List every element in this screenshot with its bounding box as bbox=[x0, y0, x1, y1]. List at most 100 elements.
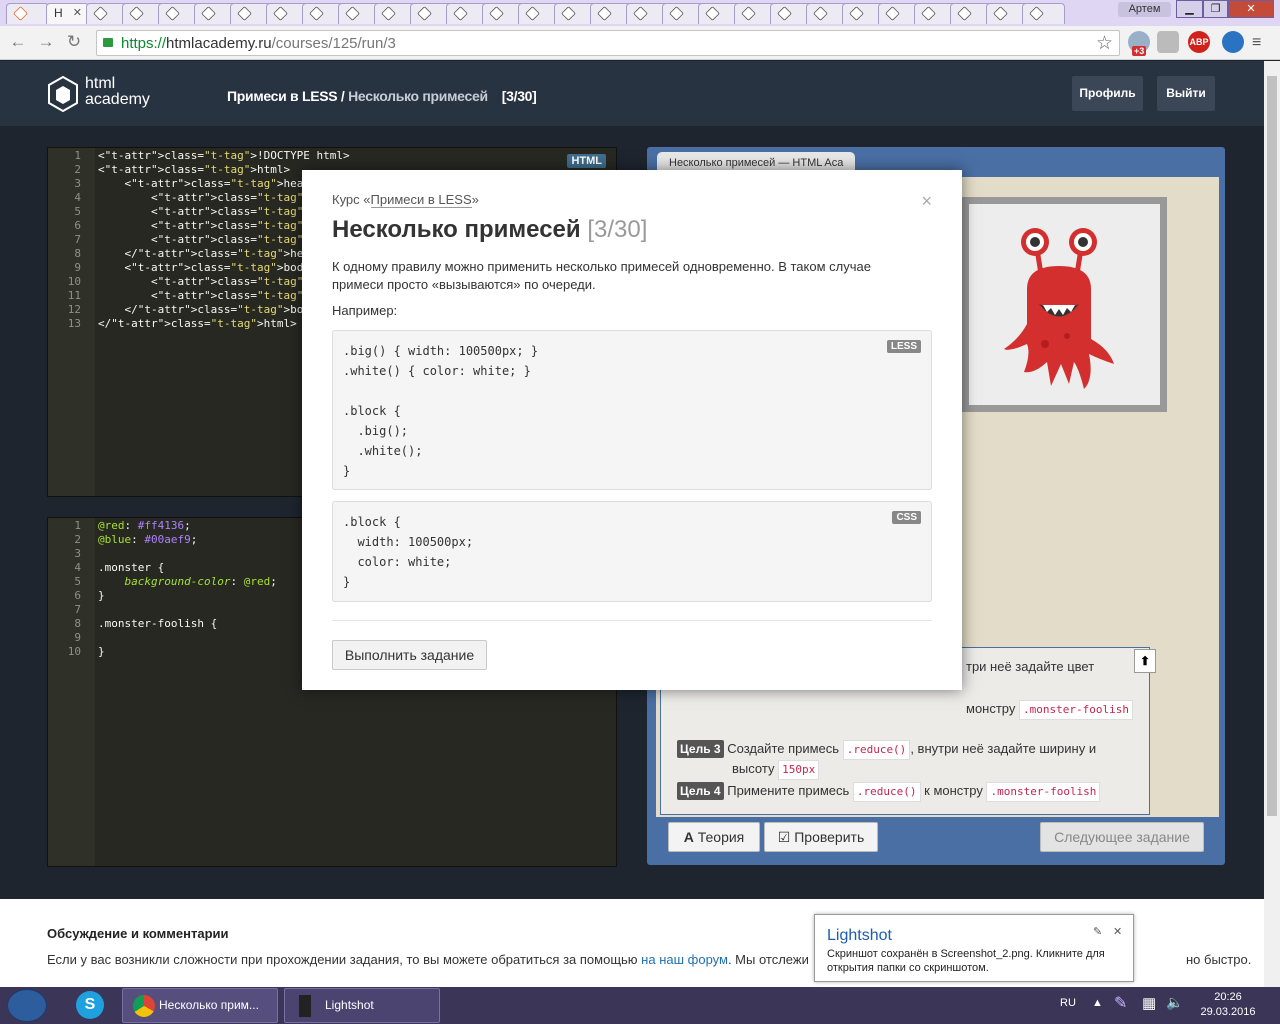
monster-frame bbox=[962, 197, 1167, 412]
logout-button[interactable]: Выйти bbox=[1157, 76, 1215, 111]
lesson-progress: [3/30] bbox=[501, 88, 537, 104]
less-badge: LESS bbox=[886, 340, 921, 353]
tab-close-icon[interactable]: ✕ bbox=[73, 6, 82, 19]
language-indicator[interactable]: RU bbox=[1060, 997, 1076, 1009]
academy-favicon-icon bbox=[777, 6, 792, 21]
forum-link[interactable]: на наш форум bbox=[641, 952, 728, 967]
skype-icon[interactable]: S bbox=[76, 991, 104, 1019]
address-bar[interactable]: https://htmlacademy.ru/courses/125/run/3… bbox=[96, 30, 1120, 56]
academy-favicon-icon bbox=[309, 6, 324, 21]
adblock-icon[interactable]: ABP bbox=[1188, 31, 1210, 53]
academy-logo-icon[interactable] bbox=[48, 76, 78, 112]
clock[interactable]: 20:26 29.03.2016 bbox=[1200, 990, 1256, 1020]
reload-icon[interactable]: ↻ bbox=[64, 32, 84, 52]
css-badge: CSS bbox=[892, 511, 921, 524]
academy-favicon-icon bbox=[741, 6, 756, 21]
modal-divider bbox=[332, 620, 932, 621]
code-line: </"t-attr">class="t-tag">html> bbox=[98, 317, 297, 330]
line-number: 1 bbox=[74, 149, 81, 162]
url-text: https://htmlacademy.ru/courses/125/run/3 bbox=[121, 35, 396, 52]
volume-icon[interactable]: 🔈 bbox=[1166, 994, 1183, 1011]
collapse-goals-icon[interactable]: ⬆ bbox=[1134, 649, 1156, 673]
browser-tab-active[interactable]: H ✕ bbox=[46, 3, 89, 24]
discussion-heading: Обсуждение и комментарии bbox=[47, 926, 229, 941]
forward-icon[interactable]: → bbox=[36, 32, 56, 52]
chrome-item-label: Несколько прим... bbox=[159, 998, 259, 1012]
start-task-button[interactable]: Выполнить задание bbox=[332, 640, 487, 670]
modal-description: К одному правилу можно применить несколь… bbox=[332, 259, 871, 292]
code-line: } bbox=[98, 589, 105, 602]
line-number: 11 bbox=[67, 289, 81, 302]
goal-3-badge: Цель 3 bbox=[677, 740, 724, 758]
tray-expand-icon[interactable]: ▲ bbox=[1092, 997, 1103, 1009]
modal-close-icon[interactable]: × bbox=[921, 191, 932, 212]
academy-favicon-icon bbox=[957, 6, 972, 21]
bookmark-star-icon[interactable]: ☆ bbox=[1096, 32, 1113, 55]
maximize-button[interactable]: ❐ bbox=[1203, 0, 1228, 18]
code-line: </"t-attr">class="t-tag">body> bbox=[98, 303, 323, 316]
goal-2-code: .monster-foolish bbox=[1019, 700, 1133, 720]
line-number: 8 bbox=[74, 247, 81, 260]
notification-close-icon[interactable]: ✕ bbox=[1113, 925, 1122, 938]
goal-4: Цель 4 Примените примесь .reduce() к мон… bbox=[677, 782, 1101, 802]
taskbar-lightshot[interactable]: Lightshot bbox=[284, 988, 440, 1023]
academy-favicon-icon bbox=[381, 6, 396, 21]
check-button[interactable]: ☑ Проверить bbox=[764, 822, 878, 852]
line-number: 9 bbox=[74, 631, 81, 644]
line-number: 12 bbox=[67, 303, 81, 316]
page-scrollbar[interactable] bbox=[1264, 61, 1280, 987]
discussion-text: Если у вас возникли сложности при прохож… bbox=[47, 952, 809, 967]
browser-tab[interactable] bbox=[1022, 3, 1065, 24]
line-number: 7 bbox=[74, 603, 81, 616]
lock-icon bbox=[103, 38, 113, 47]
breadcrumb-lesson: Несколько примесей bbox=[348, 88, 488, 104]
close-window-button[interactable]: ✕ bbox=[1228, 0, 1274, 18]
code-line: .monster-foolish { bbox=[98, 617, 218, 630]
profile-button[interactable]: Профиль bbox=[1072, 76, 1143, 111]
scroll-thumb[interactable] bbox=[1267, 76, 1277, 816]
code-line: .monster { bbox=[98, 561, 165, 574]
next-task-button[interactable]: Следующее задание bbox=[1040, 822, 1204, 852]
line-number: 10 bbox=[67, 645, 81, 658]
line-number: 6 bbox=[74, 589, 81, 602]
back-icon[interactable]: ← bbox=[8, 32, 28, 52]
line-number: 3 bbox=[74, 177, 81, 190]
menu-icon[interactable]: ≡ bbox=[1252, 34, 1261, 52]
less-example-code: .big() { width: 100500px; } .white() { c… bbox=[343, 344, 539, 478]
lightshot-tray-icon[interactable]: ✎ bbox=[1114, 993, 1127, 1013]
modal-course-suffix: » bbox=[471, 192, 479, 207]
minimize-button[interactable]: ▁ bbox=[1176, 0, 1203, 18]
logo-text[interactable]: html academy bbox=[85, 76, 150, 108]
theory-modal: Курс «Примеси в LESS» × Несколько примес… bbox=[302, 170, 962, 690]
theory-button[interactable]: A Теория bbox=[668, 822, 760, 852]
goal-2-text: монстру bbox=[966, 701, 1016, 716]
academy-favicon-icon bbox=[453, 6, 468, 21]
discussion-text-2: . Мы отслежи bbox=[727, 952, 809, 967]
goal-4-text: Примените примесь bbox=[727, 783, 850, 798]
browser-tab-strip: H ✕ Артем ▁ ❐ ✕ bbox=[0, 0, 1280, 26]
browser-tab[interactable] bbox=[6, 3, 49, 24]
academy-favicon-icon bbox=[597, 6, 612, 21]
modal-course-link[interactable]: Примеси в LESS bbox=[370, 192, 472, 208]
profile-user-tag[interactable]: Артем bbox=[1118, 2, 1171, 17]
goal-3: Цель 3 Создайте примесь .reduce(), внутр… bbox=[677, 740, 1096, 780]
academy-favicon-icon bbox=[525, 6, 540, 21]
globe-extension-icon[interactable] bbox=[1222, 31, 1244, 53]
academy-favicon-icon bbox=[993, 6, 1008, 21]
line-number: 9 bbox=[74, 261, 81, 274]
shield-extension-icon[interactable] bbox=[1157, 31, 1179, 53]
logo-line-2: academy bbox=[85, 91, 150, 108]
check-label: Проверить bbox=[794, 829, 865, 845]
network-icon[interactable]: ▦ bbox=[1142, 994, 1156, 1012]
modal-title-text: Несколько примесей bbox=[332, 216, 581, 243]
taskbar-chrome[interactable]: Несколько прим... bbox=[122, 988, 278, 1023]
breadcrumb-course[interactable]: Примеси в LESS / bbox=[227, 88, 345, 104]
lightshot-icon bbox=[299, 994, 311, 1017]
pin-icon[interactable]: ✎ bbox=[1093, 925, 1102, 938]
line-number: 5 bbox=[74, 575, 81, 588]
url-host: htmlacademy.ru bbox=[166, 35, 272, 52]
modal-title: Несколько примесей [3/30] bbox=[332, 216, 647, 244]
academy-favicon-icon bbox=[813, 6, 828, 21]
lightshot-notification[interactable]: Lightshot Скриншот сохранён в Screenshot… bbox=[814, 914, 1134, 982]
windows-start-icon[interactable] bbox=[7, 989, 47, 1022]
